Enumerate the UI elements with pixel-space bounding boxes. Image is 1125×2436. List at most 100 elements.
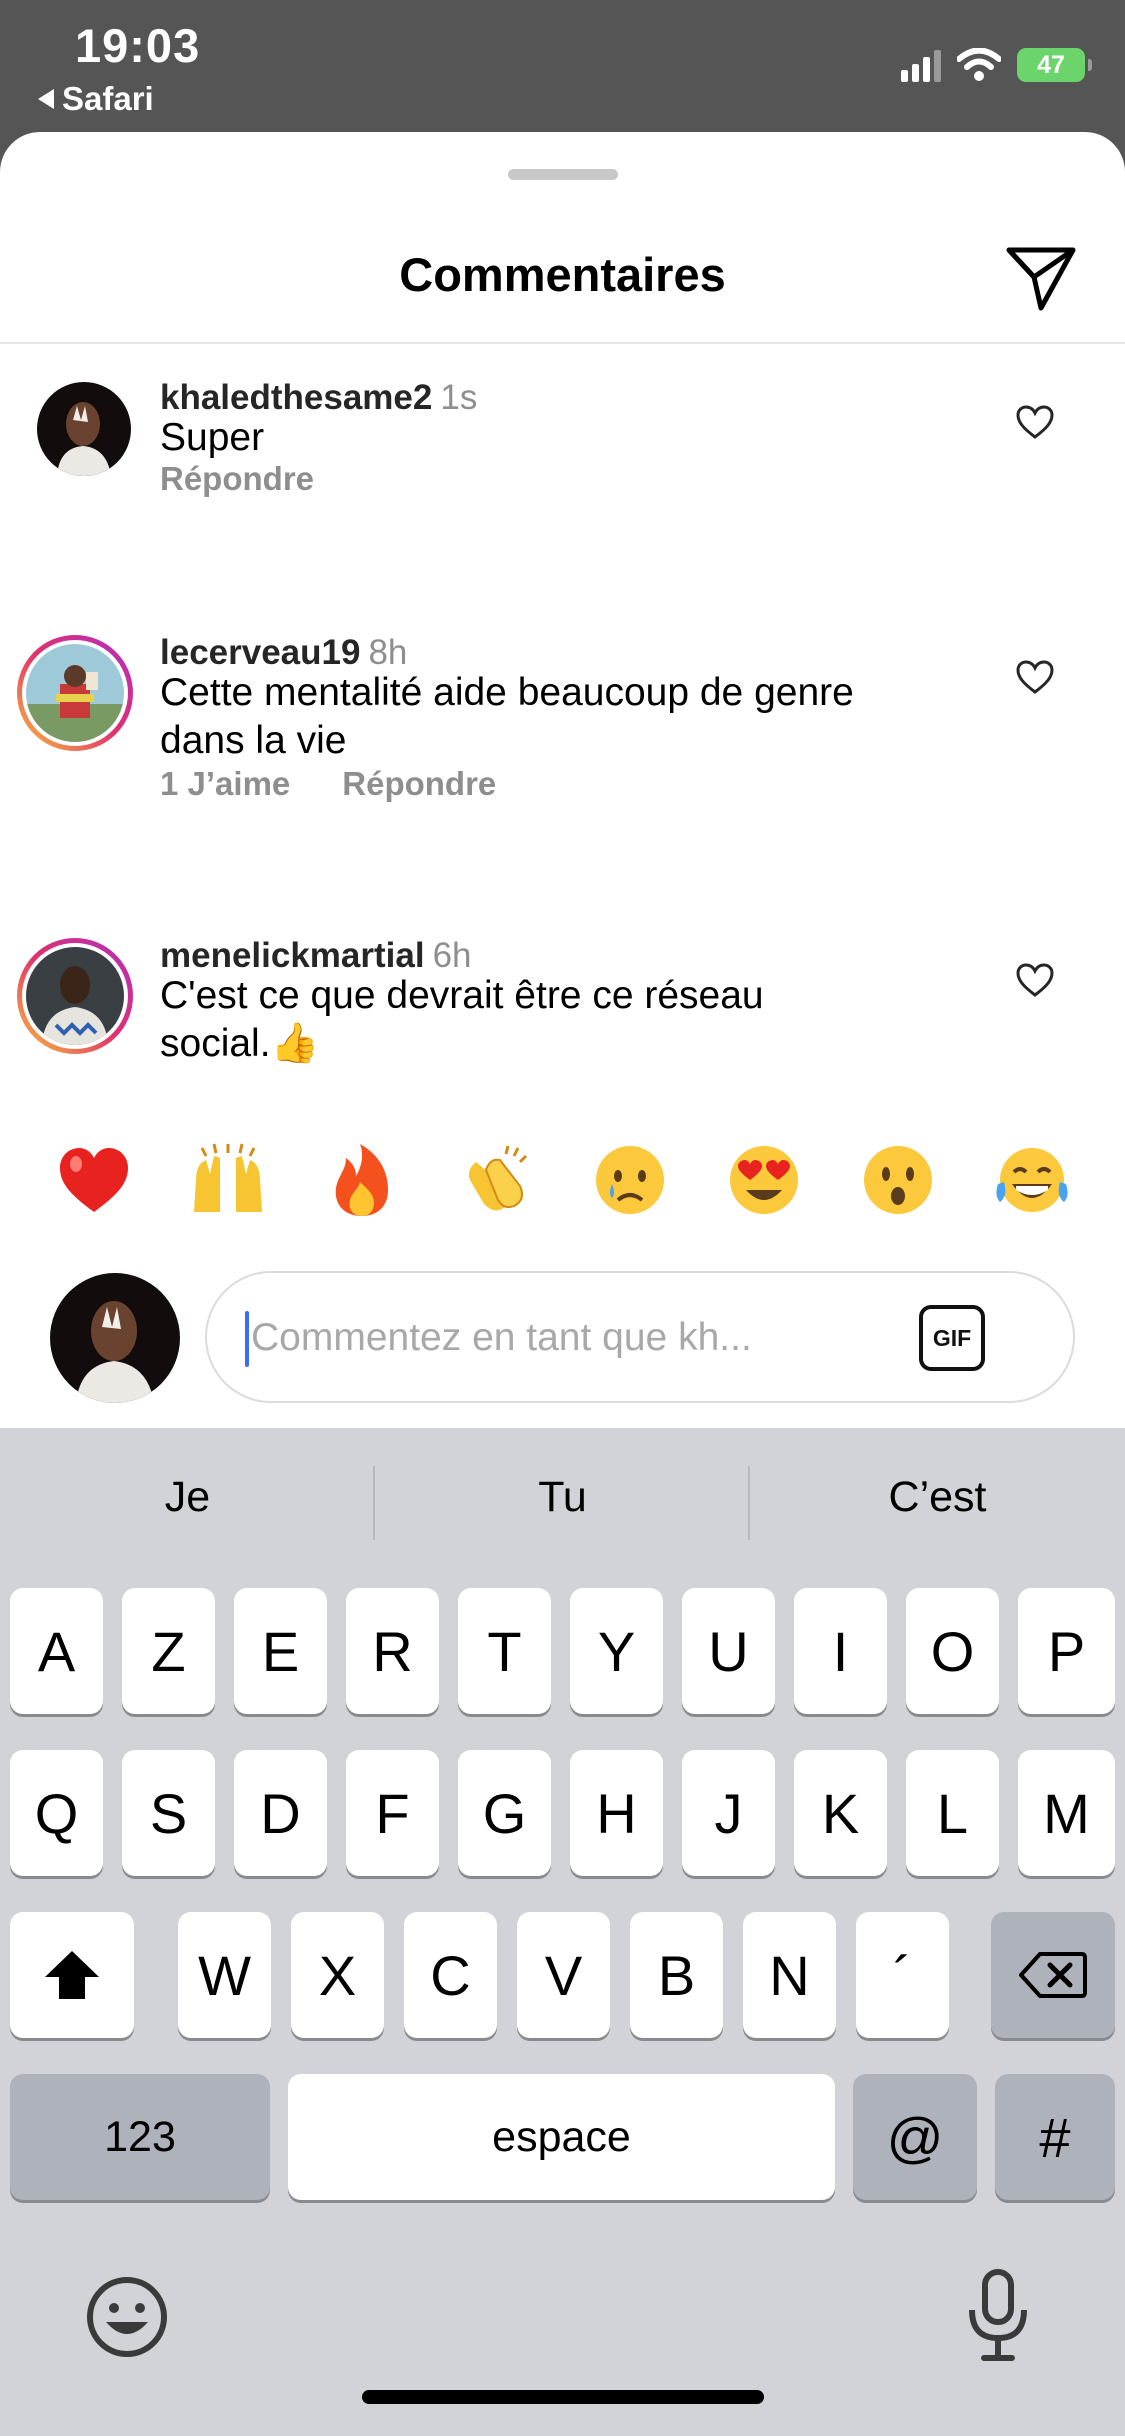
- key-d[interactable]: D: [234, 1750, 327, 1876]
- username-text: khaledthesame2: [160, 378, 433, 417]
- astonished-face-icon[interactable]: [858, 1140, 938, 1220]
- like-heart-icon[interactable]: [1015, 659, 1055, 695]
- suggestion-2[interactable]: Tu: [375, 1473, 750, 1522]
- emoji-keyboard-icon[interactable]: [84, 2274, 170, 2360]
- key-n[interactable]: N: [743, 1912, 836, 2038]
- key-w[interactable]: W: [178, 1912, 271, 2038]
- comment-username[interactable]: menelickmartial 6h: [160, 936, 472, 976]
- comment-time: 6h: [432, 936, 472, 975]
- cellular-signal-icon: [901, 48, 941, 82]
- back-to-app-button[interactable]: Safari: [38, 80, 154, 118]
- avatar[interactable]: [37, 382, 131, 476]
- numbers-key[interactable]: 123: [10, 2074, 270, 2200]
- status-indicators: 47: [901, 48, 1092, 82]
- key-v[interactable]: V: [517, 1912, 610, 2038]
- key-k[interactable]: K: [794, 1750, 887, 1876]
- backspace-key[interactable]: [991, 1912, 1115, 2038]
- status-time: 19:03: [75, 19, 201, 72]
- back-arrow-icon: [38, 89, 54, 109]
- header-divider: [0, 342, 1125, 344]
- red-heart-icon[interactable]: [54, 1140, 134, 1220]
- avatar-story-ring[interactable]: [17, 938, 133, 1054]
- microphone-icon[interactable]: [966, 2268, 1030, 2364]
- like-heart-icon[interactable]: [1015, 404, 1055, 440]
- tears-of-joy-face-icon[interactable]: [992, 1140, 1072, 1220]
- space-key[interactable]: espace: [288, 2074, 835, 2200]
- key-acute-accent[interactable]: ´: [856, 1912, 949, 2038]
- key-x[interactable]: X: [291, 1912, 384, 2038]
- comment-input-container[interactable]: GIF: [205, 1271, 1075, 1403]
- wifi-icon: [957, 48, 1001, 81]
- key-p[interactable]: P: [1018, 1588, 1115, 1714]
- key-g[interactable]: G: [458, 1750, 551, 1876]
- comment-time: 1s: [440, 378, 478, 417]
- key-z[interactable]: Z: [122, 1588, 215, 1714]
- key-t[interactable]: T: [458, 1588, 551, 1714]
- key-m[interactable]: M: [1018, 1750, 1115, 1876]
- key-f[interactable]: F: [346, 1750, 439, 1876]
- key-o[interactable]: O: [906, 1588, 999, 1714]
- heart-eyes-face-icon[interactable]: [724, 1140, 804, 1220]
- key-a[interactable]: A: [10, 1588, 103, 1714]
- battery-level: 47: [1037, 50, 1065, 79]
- raising-hands-icon[interactable]: [188, 1140, 268, 1220]
- key-u[interactable]: U: [682, 1588, 775, 1714]
- comment-actions: Répondre: [160, 460, 314, 498]
- key-j[interactable]: J: [682, 1750, 775, 1876]
- fire-icon[interactable]: [322, 1140, 402, 1220]
- comment-text: Super: [160, 416, 265, 459]
- key-q[interactable]: Q: [10, 1750, 103, 1876]
- crying-face-icon[interactable]: [590, 1140, 670, 1220]
- username-text: menelickmartial: [160, 936, 425, 975]
- back-app-label: Safari: [62, 80, 154, 117]
- predictive-suggestions: Je Tu C’est: [0, 1428, 1125, 1578]
- profile-photo: [26, 947, 124, 1045]
- keyboard: Je Tu C’est A Z E R T Y U I O P Q S D F …: [0, 1428, 1125, 2436]
- key-l[interactable]: L: [906, 1750, 999, 1876]
- backspace-icon: [1019, 1952, 1087, 1998]
- key-e[interactable]: E: [234, 1588, 327, 1714]
- text-caret: [245, 1311, 249, 1367]
- at-key[interactable]: @: [853, 2074, 977, 2200]
- username-text: lecerveau19: [160, 633, 361, 672]
- comment-username[interactable]: khaledthesame2 1s: [160, 378, 477, 418]
- screen: 19:03 Safari 47 Commentaires khaledthesa…: [0, 0, 1125, 2436]
- comment-input[interactable]: [251, 1303, 891, 1373]
- key-r[interactable]: R: [346, 1588, 439, 1714]
- avatar-story-ring[interactable]: [17, 635, 133, 751]
- gif-button[interactable]: GIF: [919, 1305, 985, 1371]
- home-indicator[interactable]: [362, 2390, 764, 2404]
- reply-button[interactable]: Répondre: [160, 460, 314, 498]
- suggestion-3[interactable]: C’est: [750, 1473, 1125, 1522]
- sheet-grabber[interactable]: [508, 169, 618, 180]
- key-y[interactable]: Y: [570, 1588, 663, 1714]
- clapping-hands-icon[interactable]: [456, 1140, 536, 1220]
- key-c[interactable]: C: [404, 1912, 497, 2038]
- comment-username[interactable]: lecerveau19 8h: [160, 633, 407, 673]
- my-avatar: [50, 1273, 180, 1403]
- shift-arrow-icon: [45, 1951, 99, 1999]
- profile-photo: [50, 1273, 180, 1403]
- quick-reactions-bar: [0, 1140, 1125, 1230]
- share-send-icon[interactable]: [1003, 240, 1079, 316]
- likes-count-button[interactable]: 1 J’aime: [160, 765, 290, 803]
- sheet-title: Commentaires: [399, 248, 726, 301]
- key-s[interactable]: S: [122, 1750, 215, 1876]
- reply-button[interactable]: Répondre: [342, 765, 496, 803]
- profile-photo: [37, 382, 131, 476]
- gif-label: GIF: [932, 1324, 972, 1351]
- comment-text: Cette mentalité aide beaucoup de genre d…: [160, 671, 854, 762]
- suggestion-1[interactable]: Je: [0, 1473, 375, 1522]
- like-heart-icon[interactable]: [1015, 962, 1055, 998]
- comment-composer: GIF: [0, 1228, 1125, 1428]
- comment-text: C'est ce que devrait être ce réseau soci…: [160, 974, 764, 1065]
- key-b[interactable]: B: [630, 1912, 723, 2038]
- key-i[interactable]: I: [794, 1588, 887, 1714]
- battery-icon: 47: [1017, 48, 1092, 82]
- shift-key[interactable]: [10, 1912, 134, 2038]
- hash-key[interactable]: #: [995, 2074, 1115, 2200]
- status-bar: 19:03 Safari 47: [0, 0, 1125, 140]
- comment-time: 8h: [368, 633, 408, 672]
- comment-actions: 1 J’aime Répondre: [160, 765, 496, 803]
- key-h[interactable]: H: [570, 1750, 663, 1876]
